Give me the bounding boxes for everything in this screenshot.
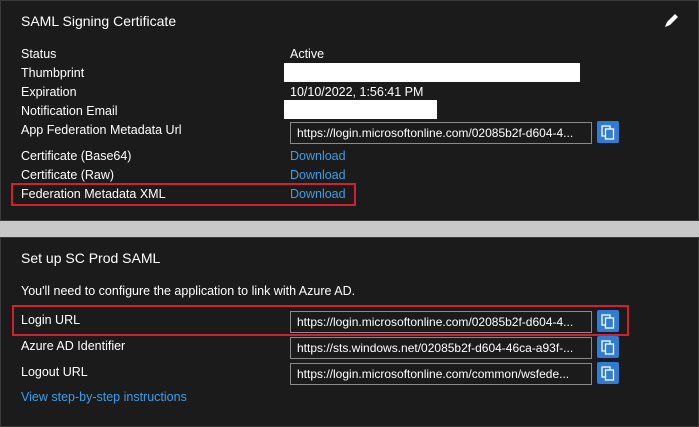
logout-url-field[interactable]	[290, 363, 592, 385]
expiration-label: Expiration	[21, 85, 77, 99]
saml-signing-certificate-panel: SAML Signing Certificate Status Active T…	[0, 0, 699, 221]
setup-saml-panel: Set up SC Prod SAML You'll need to confi…	[0, 237, 699, 427]
pencil-icon[interactable]	[662, 10, 682, 30]
federation-xml-label: Federation Metadata XML	[21, 187, 166, 201]
azure-ad-identifier-label: Azure AD Identifier	[21, 339, 126, 353]
download-federation-xml-link[interactable]: Download	[290, 187, 346, 201]
step-by-step-instructions-link[interactable]: View step-by-step instructions	[21, 390, 187, 404]
copy-icon	[601, 339, 615, 355]
cert-base64-label: Certificate (Base64)	[21, 149, 132, 163]
cert-raw-label: Certificate (Raw)	[21, 168, 115, 182]
copy-icon	[601, 365, 615, 381]
azure-ad-identifier-field[interactable]	[290, 337, 592, 359]
copy-metadata-url-button[interactable]	[597, 121, 619, 143]
login-url-field[interactable]	[290, 311, 592, 333]
thumbprint-redacted	[284, 63, 580, 82]
setup-intro-text: You'll need to configure the application…	[21, 284, 356, 298]
copy-icon	[601, 313, 615, 329]
notification-email-label: Notification Email	[21, 104, 118, 118]
expiration-value: 10/10/2022, 1:56:41 PM	[290, 85, 424, 99]
panel-title: SAML Signing Certificate	[21, 13, 177, 29]
login-url-label: Login URL	[21, 313, 81, 327]
copy-login-url-button[interactable]	[597, 310, 619, 332]
metadata-url-label: App Federation Metadata Url	[21, 123, 182, 137]
copy-icon	[601, 124, 615, 140]
logout-url-label: Logout URL	[21, 365, 88, 379]
download-cert-raw-link[interactable]: Download	[290, 168, 346, 182]
notification-email-redacted	[284, 100, 437, 119]
panel-title: Set up SC Prod SAML	[21, 250, 161, 266]
download-cert-base64-link[interactable]: Download	[290, 149, 346, 163]
copy-azure-ad-identifier-button[interactable]	[597, 336, 619, 358]
status-label: Status	[21, 47, 57, 61]
copy-logout-url-button[interactable]	[597, 362, 619, 384]
status-value: Active	[290, 47, 325, 61]
metadata-url-field[interactable]	[290, 122, 592, 144]
thumbprint-label: Thumbprint	[21, 66, 85, 80]
